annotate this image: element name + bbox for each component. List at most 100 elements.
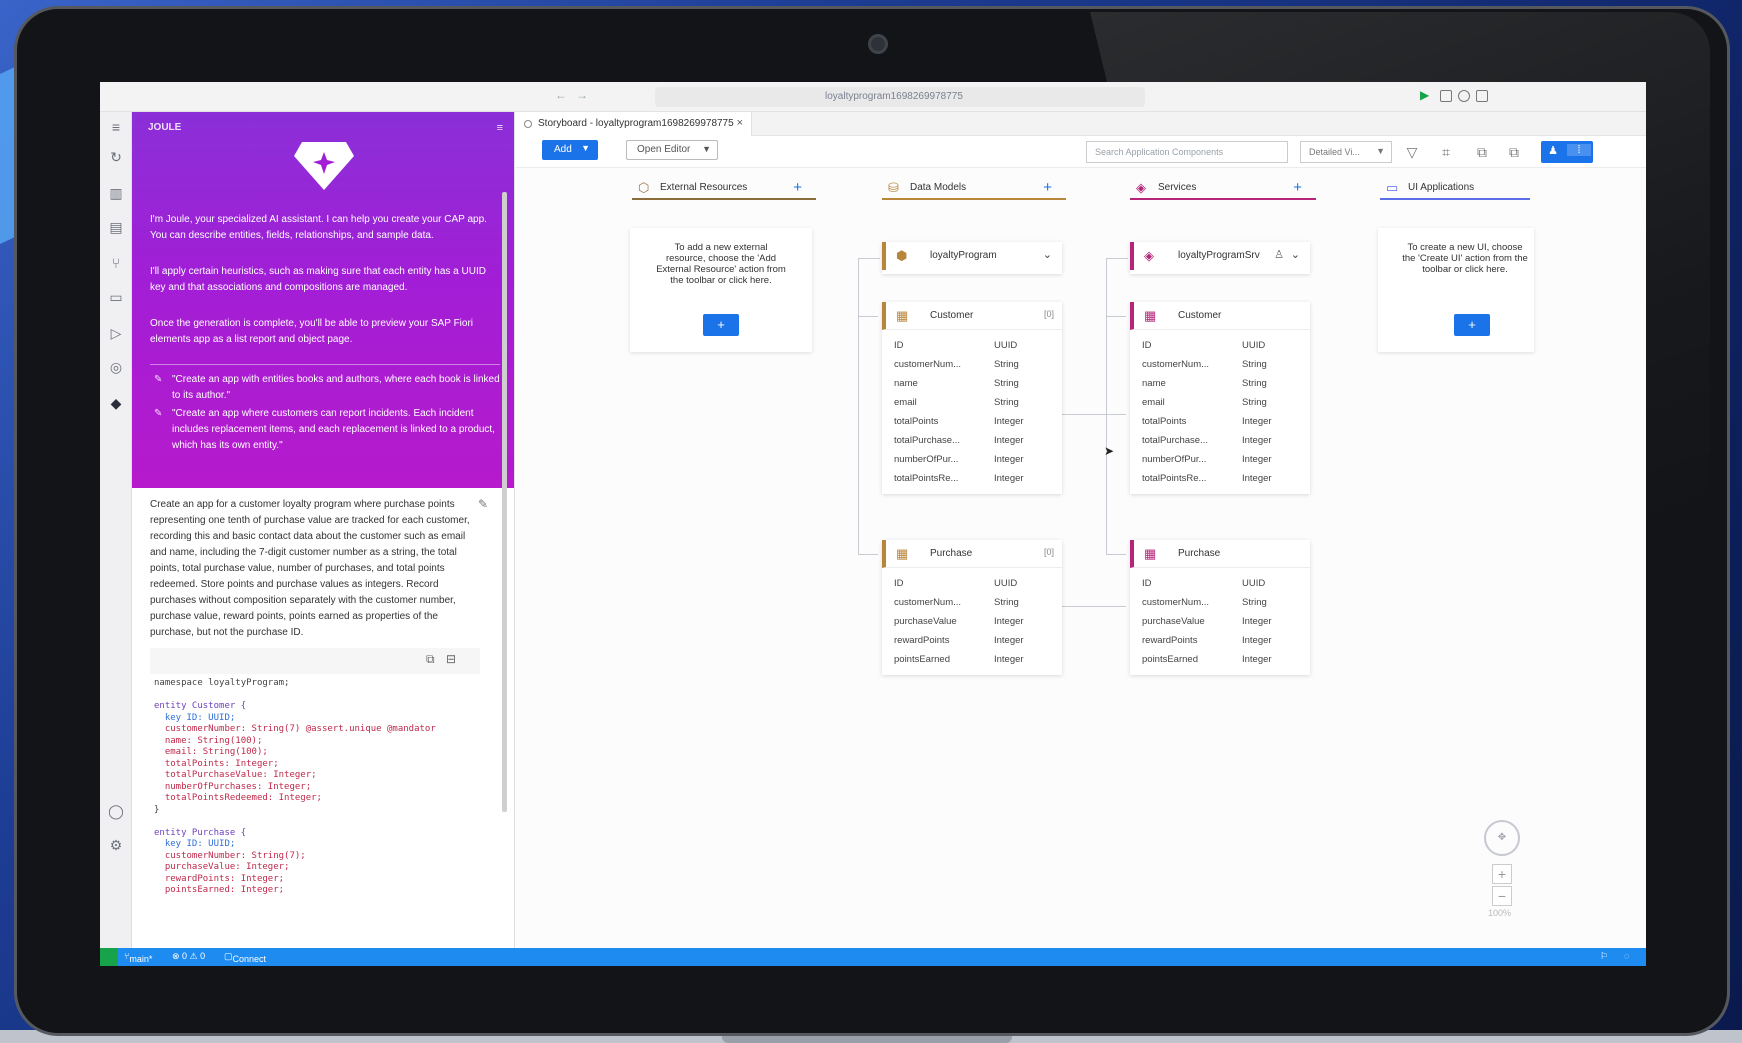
profile-icon[interactable]: ◯	[107, 802, 125, 820]
field-name: customerNum...	[1142, 359, 1210, 370]
menu-icon[interactable]: ≡	[107, 118, 125, 136]
add-external-resource-button[interactable]: +	[793, 179, 802, 196]
code-line: }	[154, 804, 160, 815]
list-view-icon[interactable]: ⁞	[1567, 144, 1591, 156]
field-type: Integer	[994, 616, 1024, 627]
panel-icon[interactable]	[1476, 90, 1488, 102]
code-line: customerNumber: String(7);	[154, 850, 306, 861]
account-icon[interactable]	[1458, 90, 1470, 102]
library-icon[interactable]: ▥	[107, 184, 125, 202]
run-debug-icon[interactable]: ▷	[107, 324, 125, 342]
add-ui-card-button[interactable]: +	[1454, 314, 1490, 336]
tab-storyboard[interactable]: Storyboard - loyaltyprogram1698269978775…	[516, 112, 752, 136]
add-external-card-button[interactable]: +	[703, 314, 739, 336]
field-name: pointsEarned	[1142, 654, 1198, 665]
pan-control-icon[interactable]: ✥	[1484, 820, 1520, 856]
field-type: Integer	[994, 435, 1024, 446]
srv-customer-name: Customer	[1178, 310, 1222, 321]
explorer-icon[interactable]: ▤	[107, 218, 125, 236]
field-name: totalPoints	[1142, 416, 1187, 427]
field-name: rewardPoints	[1142, 635, 1198, 646]
field-name: totalPoints	[894, 416, 939, 427]
search-placeholder: Search Application Components	[1095, 147, 1224, 157]
fit-to-screen-icon[interactable]: ⌗	[1436, 142, 1456, 162]
detail-level-select[interactable]: Detailed Vi... ▼	[1300, 141, 1392, 163]
service-card[interactable]: ◈ loyaltyProgramSrv ♙ ⌄	[1130, 242, 1310, 274]
forward-icon[interactable]: →	[576, 88, 588, 102]
back-icon[interactable]: ←	[555, 88, 567, 102]
detail-level-value: Detailed Vi...	[1309, 147, 1360, 157]
extensions-icon[interactable]: ▭	[107, 288, 125, 306]
zoom-in-button[interactable]: +	[1492, 864, 1512, 884]
ui-applications-empty: To create a new UI, choose the 'Create U…	[1378, 228, 1534, 352]
namespace-card[interactable]: ⬢ loyaltyProgram ⌄	[882, 242, 1062, 274]
joule-icon[interactable]: ◆	[107, 394, 125, 412]
service-connector	[1106, 258, 1107, 554]
person-icon[interactable]: ♟	[1541, 144, 1565, 157]
table-row: pointsEarned Integer	[882, 650, 1062, 669]
divider	[150, 364, 500, 365]
search-input[interactable]: Search Application Components	[1086, 141, 1288, 163]
open-editor-button[interactable]: Open Editor ▼	[626, 140, 718, 160]
table-icon: ▦	[1144, 308, 1157, 323]
suggestion-1[interactable]: ✎ "Create an app with entities books and…	[154, 372, 500, 404]
notifications-icon[interactable]: ⚐	[1600, 951, 1608, 962]
table-row: totalPurchase... Integer	[1130, 431, 1310, 450]
layout-icon[interactable]	[1440, 90, 1452, 102]
suggestion-2[interactable]: ✎ "Create an app where customers can rep…	[154, 406, 500, 454]
insert-icon[interactable]: ⊟	[446, 652, 456, 666]
scrollbar[interactable]	[502, 192, 507, 812]
code-line: pointsEarned: Integer;	[154, 885, 285, 895]
field-name: totalPointsRe...	[1142, 473, 1207, 484]
srv-purchase-name: Purchase	[1178, 548, 1221, 559]
joule-header: JOULE ≡ I'm Joule, your specialized AI a…	[132, 112, 514, 488]
field-type: Integer	[1242, 454, 1272, 465]
connect-label: Connect	[232, 954, 267, 964]
view-toggle[interactable]: ♟ ⁞	[1541, 141, 1593, 163]
sync-icon[interactable]: ↻	[107, 148, 125, 166]
connector	[1106, 554, 1126, 555]
run-icon[interactable]: ▶	[1420, 88, 1429, 102]
dm-purchase-card[interactable]: ▦ Purchase [0] ID UUID customerNum... Stri…	[882, 540, 1062, 675]
table-row: rewardPoints Integer	[1130, 631, 1310, 650]
field-name: totalPurchase...	[1142, 435, 1209, 446]
dm-customer-card[interactable]: ▦ Customer [0] ID UUID customerNum... Stri…	[882, 302, 1062, 494]
source-control-icon[interactable]: ⑂	[107, 254, 125, 272]
copy-icon[interactable]: ⧉	[426, 652, 435, 667]
pencil-icon: ✎	[154, 374, 163, 385]
field-type: String	[1242, 378, 1267, 389]
table-row: email String	[1130, 393, 1310, 412]
table-row: totalPoints Integer	[882, 412, 1062, 431]
git-branch[interactable]: ⑂ main*	[124, 951, 152, 964]
add-button[interactable]: Add ▼	[542, 140, 598, 160]
connect-button[interactable]: ▢ Connect	[224, 951, 266, 964]
command-center-text: loyaltyprogram1698269978775	[825, 91, 963, 102]
srv-customer-card[interactable]: ▦ Customer ID UUID customerNum... String n…	[1130, 302, 1310, 494]
joule-menu-icon[interactable]: ≡	[497, 122, 503, 134]
chevron-down-icon[interactable]: ⌄	[1043, 248, 1052, 261]
command-center[interactable]: loyaltyprogram1698269978775	[655, 87, 1145, 107]
chevron-down-icon[interactable]: ⌄	[1291, 248, 1300, 261]
table-row: name String	[1130, 374, 1310, 393]
srv-purchase-card[interactable]: ▦ Purchase ID UUID customerNum... String p…	[1130, 540, 1310, 675]
copy-layout-icon[interactable]: ⧉	[1472, 142, 1492, 162]
edit-prompt-icon[interactable]: ✎	[478, 497, 488, 511]
bell-icon[interactable]: ◌	[1624, 951, 1629, 961]
table-row: purchaseValue Integer	[1130, 612, 1310, 631]
duplicate-icon[interactable]: ⧉	[1504, 142, 1524, 162]
filter-icon[interactable]: ▽	[1402, 142, 1422, 162]
close-tab-icon[interactable]: ×	[737, 117, 743, 129]
search-globe-icon[interactable]: ◎	[107, 358, 125, 376]
problems-indicator[interactable]: ⊗ 0 ⚠ 0	[172, 951, 205, 962]
add-data-model-button[interactable]: +	[1043, 179, 1052, 196]
user-icon[interactable]: ♙	[1274, 248, 1284, 261]
chevron-down-icon: ▼	[1376, 146, 1385, 156]
data-models-title: Data Models	[910, 182, 967, 193]
add-service-button[interactable]: +	[1293, 179, 1302, 196]
projection-link	[1062, 606, 1126, 607]
field-name: ID	[1142, 340, 1152, 351]
remote-indicator[interactable]	[100, 948, 118, 966]
settings-icon[interactable]: ⚙	[107, 836, 125, 854]
zoom-out-button[interactable]: −	[1492, 886, 1512, 906]
